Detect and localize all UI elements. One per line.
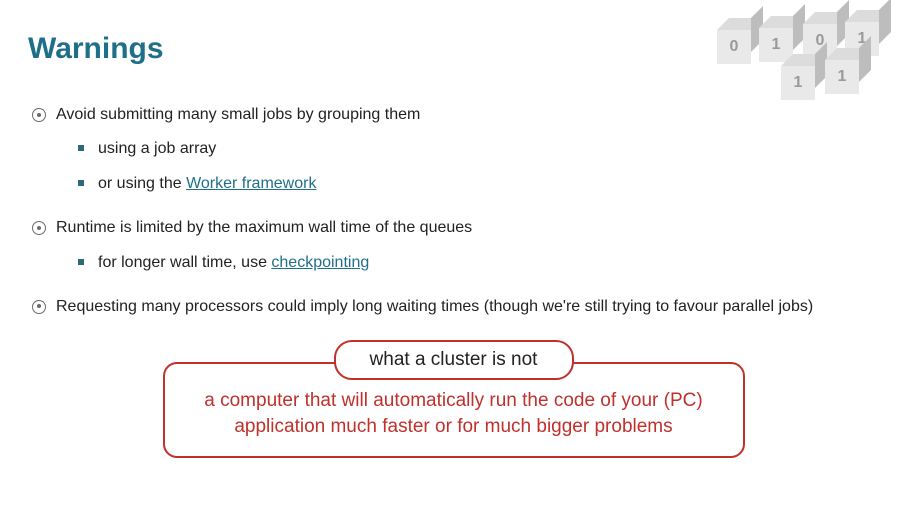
sub-item-prefix: for longer wall time, use xyxy=(98,254,271,271)
slide: 0 1 0 1 1 1 Warnings Avoid submitting ma… xyxy=(0,0,907,510)
sub-item-text: using a job array xyxy=(98,140,216,157)
sub-item-prefix: or using the xyxy=(98,175,186,192)
bullet-list: Avoid submitting many small jobs by grou… xyxy=(28,104,879,318)
list-item-text: Avoid submitting many small jobs by grou… xyxy=(56,106,420,123)
callout-label: what a cluster is not xyxy=(334,340,574,380)
sub-list-item: for longer wall time, use checkpointing xyxy=(78,252,879,274)
callout: what a cluster is not a computer that wi… xyxy=(163,340,745,457)
checkpointing-link[interactable]: checkpointing xyxy=(271,254,369,271)
cube-glyph: 1 xyxy=(781,66,815,100)
sub-list-item: using a job array xyxy=(78,138,879,160)
sub-list: for longer wall time, use checkpointing xyxy=(56,252,879,274)
list-item-text: Runtime is limited by the maximum wall t… xyxy=(56,219,472,236)
list-item: Avoid submitting many small jobs by grou… xyxy=(32,104,879,195)
worker-framework-link[interactable]: Worker framework xyxy=(186,175,316,192)
page-title: Warnings xyxy=(28,32,879,66)
sub-list: using a job array or using the Worker fr… xyxy=(56,138,879,195)
list-item-text: Requesting many processors could imply l… xyxy=(56,298,813,315)
sub-list-item: or using the Worker framework xyxy=(78,173,879,195)
list-item: Runtime is limited by the maximum wall t… xyxy=(32,217,879,274)
list-item: Requesting many processors could imply l… xyxy=(32,296,879,318)
